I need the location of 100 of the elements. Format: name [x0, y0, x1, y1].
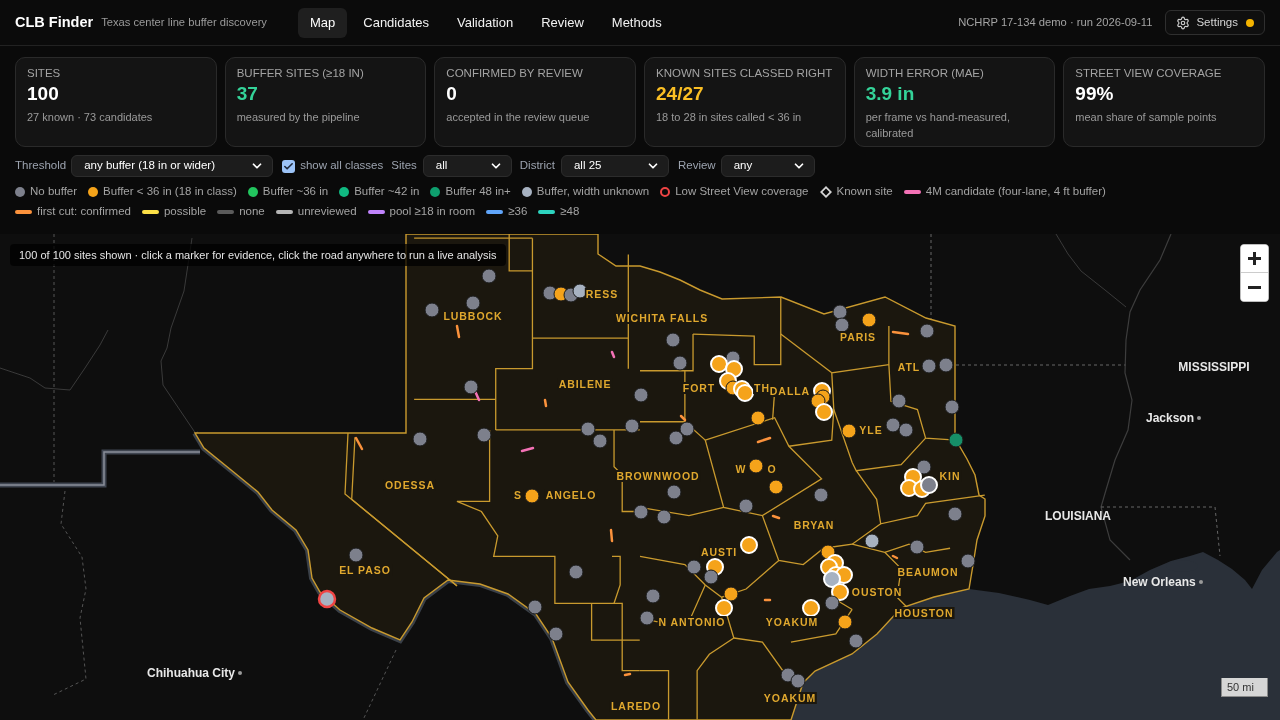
district-label: O	[766, 463, 778, 475]
site-marker[interactable]	[633, 387, 649, 403]
site-marker[interactable]	[947, 506, 963, 522]
district-label: AUSTI	[699, 546, 739, 558]
stat-note: mean share of sample points	[1075, 110, 1218, 125]
nav-tab[interactable]: Methods	[599, 7, 674, 38]
road-segment[interactable]	[609, 528, 614, 543]
site-marker[interactable]	[909, 539, 925, 555]
road-segment[interactable]	[756, 436, 772, 444]
site-marker[interactable]	[463, 379, 479, 395]
district-label: ODESSA	[384, 479, 436, 491]
stat-value: 0	[446, 82, 458, 105]
district-select[interactable]: all 25	[560, 155, 669, 177]
site-marker[interactable]	[748, 458, 764, 474]
district-label: RESS	[584, 288, 620, 300]
site-marker[interactable]	[885, 417, 901, 433]
site-marker[interactable]	[790, 673, 806, 689]
stat-value: 99%	[1075, 82, 1115, 105]
settings-button[interactable]: Settings	[1165, 10, 1265, 35]
site-marker[interactable]	[944, 399, 960, 415]
sites-select[interactable]: all	[422, 155, 512, 177]
site-marker[interactable]	[960, 553, 976, 569]
site-marker[interactable]	[864, 533, 880, 549]
threshold-select[interactable]: any buffer (18 in or wider)	[71, 155, 274, 177]
road-segment[interactable]	[354, 436, 364, 451]
site-marker[interactable]	[919, 323, 935, 339]
site-marker[interactable]	[898, 422, 914, 438]
road-segment[interactable]	[891, 330, 910, 336]
stat-label: WIDTH ERROR (MAE)	[865, 66, 985, 81]
site-marker[interactable]	[750, 410, 766, 426]
app-title: CLB Finder	[15, 12, 94, 32]
site-marker[interactable]	[592, 433, 608, 449]
site-marker[interactable]	[703, 569, 719, 585]
road-segment[interactable]	[455, 324, 461, 339]
site-marker[interactable]	[738, 498, 754, 514]
site-marker[interactable]	[624, 418, 640, 434]
nav-tab[interactable]: Candidates	[351, 7, 442, 38]
stat-label: SITES	[27, 66, 62, 81]
site-marker[interactable]	[672, 355, 688, 371]
site-marker[interactable]	[580, 421, 596, 437]
show-all-classes-checkbox[interactable]	[282, 159, 296, 173]
scale-bar: 50 mi	[1221, 678, 1268, 697]
site-marker[interactable]	[861, 312, 877, 328]
site-marker[interactable]	[645, 588, 661, 604]
site-marker[interactable]	[723, 586, 739, 602]
road-segment[interactable]	[610, 350, 616, 359]
nav-tab[interactable]: Review	[529, 7, 596, 38]
legend-label: first cut: confirmed	[37, 204, 131, 220]
legend-label: possible	[163, 204, 207, 220]
site-marker[interactable]	[568, 564, 584, 580]
district-label: YOAKUM	[762, 692, 818, 704]
site-marker[interactable]	[832, 304, 848, 320]
road-segment[interactable]	[679, 414, 687, 422]
site-marker[interactable]	[938, 357, 954, 373]
site-marker[interactable]	[686, 559, 702, 575]
site-marker[interactable]	[813, 487, 829, 503]
site-marker[interactable]	[476, 427, 492, 443]
sites-label: Sites	[391, 158, 417, 174]
road-segment[interactable]	[771, 514, 781, 520]
site-marker[interactable]	[834, 317, 850, 333]
site-marker[interactable]	[524, 488, 540, 504]
site-marker[interactable]	[572, 283, 588, 299]
site-marker[interactable]	[633, 504, 649, 520]
review-label: Review	[677, 158, 716, 174]
site-marker[interactable]	[768, 479, 784, 495]
site-marker[interactable]	[841, 423, 857, 439]
site-marker[interactable]	[465, 295, 481, 311]
zoom-in-button[interactable]	[1241, 245, 1268, 273]
road-segment[interactable]	[891, 554, 899, 560]
legend-label: Known site	[836, 184, 893, 200]
site-marker[interactable]	[548, 626, 564, 642]
nav-tab[interactable]: Map	[297, 7, 348, 38]
site-marker[interactable]	[665, 332, 681, 348]
site-marker[interactable]	[921, 358, 937, 374]
site-marker[interactable]	[916, 459, 932, 475]
legend-label: ≥48	[560, 204, 580, 220]
site-marker[interactable]	[824, 595, 840, 611]
site-marker[interactable]	[837, 614, 853, 630]
site-marker[interactable]	[412, 431, 428, 447]
site-marker[interactable]	[656, 509, 672, 525]
site-marker[interactable]	[348, 547, 364, 563]
site-marker[interactable]	[668, 430, 684, 446]
site-marker[interactable]	[666, 484, 682, 500]
city-label: Chihuahua City	[147, 666, 235, 680]
review-select[interactable]: any	[720, 155, 815, 177]
site-marker[interactable]	[679, 421, 695, 437]
road-segment[interactable]	[623, 672, 632, 677]
site-marker[interactable]	[424, 302, 440, 318]
site-marker[interactable]	[639, 610, 655, 626]
site-marker[interactable]	[481, 268, 497, 284]
site-marker[interactable]	[527, 599, 543, 615]
site-marker[interactable]	[948, 432, 964, 448]
site-marker[interactable]	[317, 589, 337, 609]
road-segment[interactable]	[763, 598, 772, 602]
site-marker[interactable]	[891, 393, 907, 409]
road-segment[interactable]	[520, 446, 535, 453]
road-segment[interactable]	[543, 398, 548, 408]
legend-label: No buffer	[30, 184, 78, 200]
site-marker[interactable]	[848, 633, 864, 649]
nav-tab[interactable]: Validation	[445, 7, 526, 38]
